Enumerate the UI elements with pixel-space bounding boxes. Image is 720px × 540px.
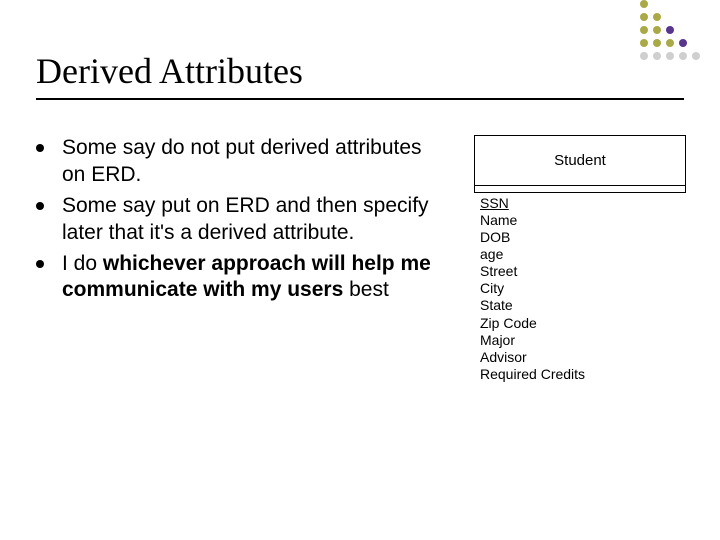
deco-dot xyxy=(653,39,661,47)
entity-attribute: Name xyxy=(480,212,684,229)
deco-dot xyxy=(692,52,700,60)
deco-dot xyxy=(640,0,648,8)
bullet-text: Some say do not put derived attributes o… xyxy=(62,135,450,189)
bullet-marker-icon xyxy=(36,144,44,152)
bullet-list: Some say do not put derived attributes o… xyxy=(36,135,450,308)
bullet-item: Some say put on ERD and then specify lat… xyxy=(36,193,450,247)
entity-attribute: Required Credits xyxy=(480,366,684,383)
entity-attribute: DOB xyxy=(480,229,684,246)
bullet-text: Some say put on ERD and then specify lat… xyxy=(62,193,450,247)
bullet-marker-icon xyxy=(36,202,44,210)
entity-attribute: City xyxy=(480,280,684,297)
deco-dot xyxy=(679,39,687,47)
entity-attribute: Advisor xyxy=(480,349,684,366)
deco-dot xyxy=(653,13,661,21)
entity-divider xyxy=(475,185,685,192)
entity-primary-key: SSN xyxy=(480,195,684,212)
entity-diagram: Student SSN NameDOBageStreetCityStateZip… xyxy=(474,135,684,383)
deco-dot xyxy=(666,39,674,47)
deco-dot xyxy=(653,26,661,34)
deco-dot xyxy=(666,26,674,34)
bullet-item: I do whichever approach will help me com… xyxy=(36,251,450,305)
bullet-text: I do whichever approach will help me com… xyxy=(62,251,450,305)
deco-dot xyxy=(640,26,648,34)
bullet-marker-icon xyxy=(36,260,44,268)
entity-box: Student xyxy=(474,135,686,193)
entity-attribute: age xyxy=(480,246,684,263)
entity-attribute: Zip Code xyxy=(480,315,684,332)
entity-name: Student xyxy=(475,136,685,185)
entity-attributes: SSN NameDOBageStreetCityStateZip CodeMaj… xyxy=(474,193,684,383)
slide-title: Derived Attributes xyxy=(36,50,684,100)
dot-col xyxy=(692,0,700,60)
slide-body: Some say do not put derived attributes o… xyxy=(36,135,684,383)
deco-dot xyxy=(640,39,648,47)
entity-attribute: Street xyxy=(480,263,684,280)
entity-attribute: Major xyxy=(480,332,684,349)
entity-attribute: State xyxy=(480,297,684,314)
bullet-item: Some say do not put derived attributes o… xyxy=(36,135,450,189)
deco-dot xyxy=(640,13,648,21)
